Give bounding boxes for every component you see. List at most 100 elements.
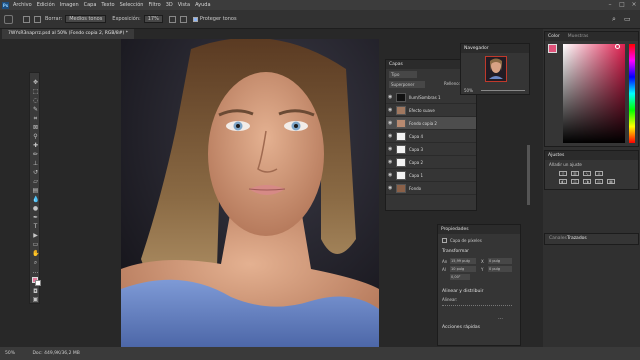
more-options-icon[interactable]: … <box>498 315 503 321</box>
protect-tones-checkbox[interactable] <box>192 16 198 22</box>
maximize-icon[interactable]: □ <box>618 1 626 8</box>
frame-tool-icon[interactable]: ⊠ <box>32 124 39 131</box>
layer-filter-select[interactable]: Tipo <box>389 71 417 78</box>
layer-row[interactable]: ◉ Capa 1 <box>386 169 476 182</box>
gradient-tool-icon[interactable]: ▤ <box>32 187 39 194</box>
angle-icon[interactable] <box>179 15 187 23</box>
screen-mode-icon[interactable]: ▣ <box>32 296 39 303</box>
healing-brush-tool-icon[interactable]: ✚ <box>32 142 39 149</box>
menu-archivo[interactable]: Archivo <box>13 2 32 8</box>
lasso-tool-icon[interactable]: ◌ <box>32 97 39 104</box>
menu-imagen[interactable]: Imagen <box>60 2 79 8</box>
exposure-icon[interactable]: ± <box>595 171 603 176</box>
visibility-eye-icon[interactable]: ◉ <box>388 95 393 100</box>
menu-capa[interactable]: Capa <box>84 2 97 8</box>
menu-vista[interactable]: Vista <box>178 2 190 8</box>
brush-tool-icon[interactable]: ✏ <box>32 151 39 158</box>
workspace-icon[interactable]: ▭ <box>624 15 631 23</box>
properties-panel-title: Propiedades <box>438 225 520 234</box>
tab-swatches[interactable]: Muestras <box>568 32 589 41</box>
color-picker-field[interactable] <box>563 44 625 143</box>
hand-tool-icon[interactable]: ✋ <box>32 250 39 257</box>
eraser-tool-icon[interactable]: ▱ <box>32 178 39 185</box>
sponge-tool-icon[interactable] <box>4 14 13 24</box>
x-input[interactable]: 0 pulg <box>488 258 512 264</box>
tab-paths[interactable]: Trazados <box>567 236 587 241</box>
pen-tool-icon[interactable]: ✒ <box>32 214 39 221</box>
crop-tool-icon[interactable]: ⌗ <box>32 115 39 122</box>
quick-select-tool-icon[interactable]: ✎ <box>32 106 39 113</box>
menu-ayuda[interactable]: Ayuda <box>195 2 210 8</box>
range-select[interactable]: Medios tonos <box>65 15 107 23</box>
background-color-swatch[interactable] <box>35 280 41 286</box>
menu-filtro[interactable]: Filtro <box>148 2 160 8</box>
airbrush-icon[interactable] <box>168 15 176 23</box>
visibility-eye-icon[interactable]: ◉ <box>388 186 393 191</box>
vertical-scrollbar[interactable] <box>527 145 530 205</box>
brush-settings-icon[interactable] <box>34 15 41 23</box>
visibility-eye-icon[interactable]: ◉ <box>388 173 393 178</box>
type-tool-icon[interactable]: T <box>32 223 39 230</box>
move-tool-icon[interactable]: ✥ <box>32 79 39 86</box>
tab-color[interactable]: Color <box>548 32 560 41</box>
layer-row[interactable]: ◉ Efecto suave <box>386 104 476 117</box>
layer-row[interactable]: ◉ Fondo <box>386 182 476 195</box>
menu-edicion[interactable]: Edición <box>37 2 55 8</box>
status-zoom[interactable]: 50% <box>5 351 15 356</box>
search-icon[interactable]: ⌕ <box>612 15 616 24</box>
width-input[interactable]: 15,99 pulg <box>450 258 476 264</box>
more-tools-icon[interactable]: … <box>32 268 39 275</box>
y-input[interactable]: 0 pulg <box>488 266 512 272</box>
menu-3d[interactable]: 3D <box>166 2 173 8</box>
rectangle-tool-icon[interactable]: ▭ <box>32 241 39 248</box>
align-buttons-row[interactable] <box>442 305 512 310</box>
brush-preset-icon[interactable] <box>23 15 30 23</box>
document-tab[interactable]: 7WYsR3naprrz.psd al 50% (Fondo copia 2, … <box>2 29 134 39</box>
layer-row-selected[interactable]: ◉ Fondo copia 2 <box>386 117 476 130</box>
visibility-eye-icon[interactable]: ◉ <box>388 121 393 126</box>
sponge-tool-icon[interactable]: ● <box>32 205 39 212</box>
black-white-icon[interactable]: ◑ <box>583 179 591 184</box>
color-balance-icon[interactable]: ⚖ <box>571 179 579 184</box>
color-picker-cursor[interactable] <box>615 44 620 49</box>
angle-input[interactable]: 0,00° <box>450 274 470 280</box>
navigator-zoom-value[interactable]: 50% <box>464 88 473 93</box>
eyedropper-tool-icon[interactable]: ⚲ <box>32 133 39 140</box>
visibility-eye-icon[interactable]: ◉ <box>388 108 393 113</box>
hue-slider[interactable] <box>629 44 635 143</box>
channel-mixer-icon[interactable]: ▦ <box>607 179 615 184</box>
exposure-input[interactable]: 17% <box>143 15 163 23</box>
menu-seleccion[interactable]: Selección <box>120 2 144 8</box>
minimize-icon[interactable]: – <box>606 1 614 8</box>
menu-texto[interactable]: Texto <box>101 2 114 8</box>
status-doc-size: Doc: 449,9K/36,2 MB <box>32 351 80 356</box>
close-icon[interactable]: × <box>630 1 638 8</box>
curves-icon[interactable]: ∿ <box>583 171 591 176</box>
brightness-contrast-icon[interactable]: ☼ <box>559 171 567 176</box>
marquee-tool-icon[interactable]: ⬚ <box>32 88 39 95</box>
color-foreground-swatch[interactable] <box>548 44 557 53</box>
hue-saturation-icon[interactable]: ◐ <box>559 179 567 184</box>
history-brush-tool-icon[interactable]: ↺ <box>32 169 39 176</box>
blend-mode-select[interactable]: Superponer <box>389 81 425 88</box>
visibility-eye-icon[interactable]: ◉ <box>388 147 393 152</box>
visibility-eye-icon[interactable]: ◉ <box>388 160 393 165</box>
layer-row[interactable]: ◉ Capa 4 <box>386 130 476 143</box>
layer-name: Capa 3 <box>409 147 424 152</box>
quick-mask-icon[interactable]: ◘ <box>32 288 39 295</box>
photo-filter-icon[interactable]: ◎ <box>595 179 603 184</box>
zoom-tool-icon[interactable]: ⌕ <box>32 259 39 266</box>
portrait-photo[interactable] <box>121 39 379 347</box>
path-select-tool-icon[interactable]: ▶ <box>32 232 39 239</box>
align-section-title: Alinear y distribuir <box>442 289 484 294</box>
levels-icon[interactable]: ▥ <box>571 171 579 176</box>
navigator-thumbnail[interactable] <box>485 56 507 82</box>
height-input[interactable]: 10 pulg <box>450 266 476 272</box>
clone-stamp-tool-icon[interactable]: ⊥ <box>32 160 39 167</box>
layer-row[interactable]: ◉ Capa 2 <box>386 156 476 169</box>
tab-channels[interactable]: Canales <box>549 236 567 241</box>
layer-row[interactable]: ◉ Capa 3 <box>386 143 476 156</box>
navigator-zoom-slider[interactable] <box>481 90 525 91</box>
blur-tool-icon[interactable]: 💧 <box>32 196 39 203</box>
visibility-eye-icon[interactable]: ◉ <box>388 134 393 139</box>
